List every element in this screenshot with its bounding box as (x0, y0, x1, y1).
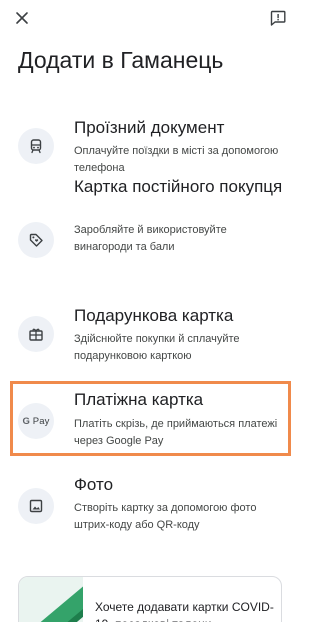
option-description: Здійснюйте покупки й сплачуйте подарунко… (74, 333, 240, 362)
highlight-frame (10, 381, 291, 456)
option-description: Створіть картку за допомогою фото штрих-… (74, 502, 257, 531)
photo-icon-container (18, 488, 54, 524)
photo-icon (29, 499, 43, 513)
page-title: Додати в Гаманець (18, 47, 224, 73)
option-title: Проїзний документ (74, 118, 225, 137)
feedback-button[interactable] (264, 4, 292, 32)
banner-illustration (19, 577, 83, 622)
option-transit[interactable]: Проїзний документ Оплачуйте поїздки в мі… (0, 112, 300, 182)
feedback-icon (270, 10, 286, 26)
option-gift-card[interactable]: Подарункова картка Здійснюйте покупки й … (0, 300, 300, 370)
top-bar (0, 0, 300, 40)
gift-card-icon (29, 328, 43, 341)
transit-icon (30, 139, 42, 154)
close-icon (16, 12, 28, 24)
banner-text: Хочете додавати картки COVID-19, посадко… (95, 600, 274, 622)
loyalty-tag-icon-container (18, 222, 54, 258)
option-title: Картка постійного покупця (74, 177, 283, 196)
close-button[interactable] (8, 4, 36, 32)
option-title: Подарункова картка (74, 306, 234, 325)
option-description: Оплачуйте поїздки в місті за допомогою т… (74, 145, 279, 174)
option-title: Фото (74, 475, 114, 494)
transit-icon-container (18, 128, 54, 164)
loyalty-tag-icon (29, 233, 43, 247)
gift-card-icon-container (18, 316, 54, 352)
option-loyalty-card[interactable]: Картка постійного покупця Заробляйте й в… (0, 177, 300, 282)
option-photo[interactable]: Фото Створіть картку за допомогою фото ш… (0, 472, 300, 542)
promo-banner[interactable]: Хочете додавати картки COVID-19, посадко… (18, 576, 282, 622)
option-description: Заробляйте й використовуйте винагороди т… (74, 224, 227, 253)
